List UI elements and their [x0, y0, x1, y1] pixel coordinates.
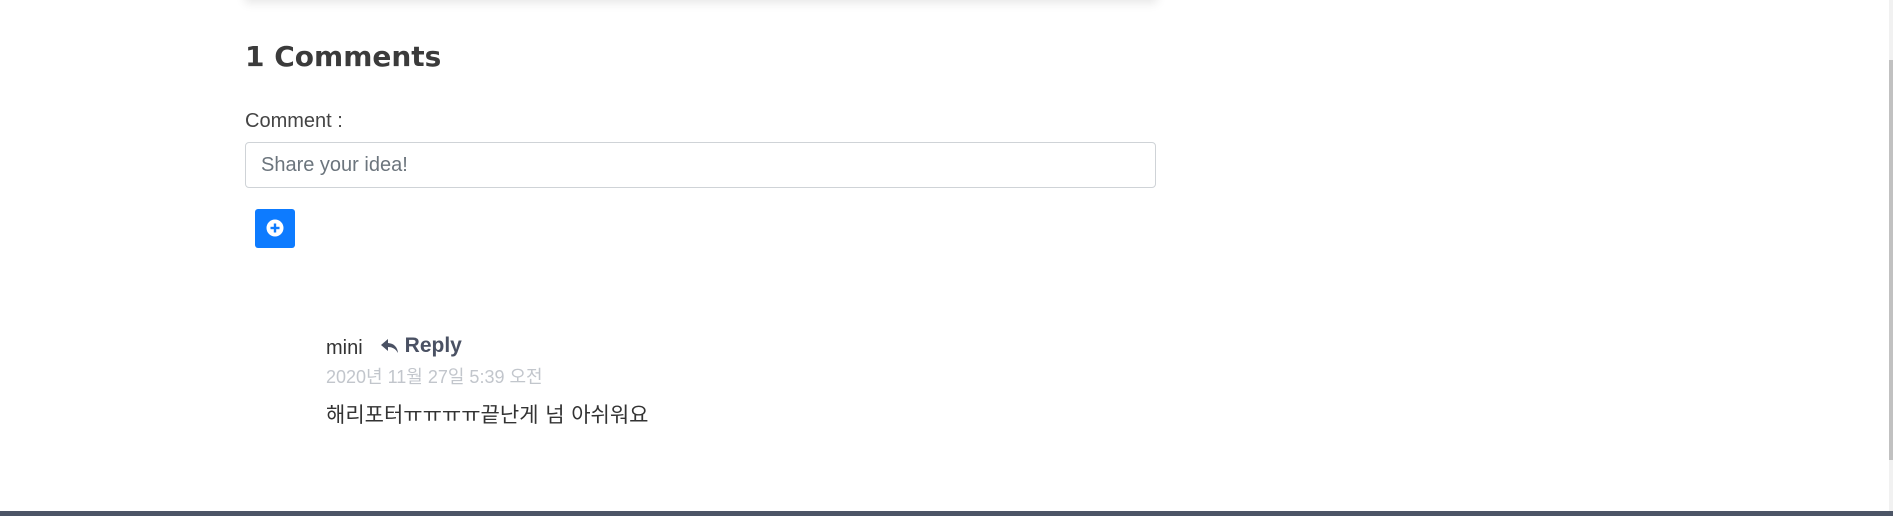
footer-bar [0, 511, 1893, 516]
reply-link[interactable]: Reply [380, 334, 462, 358]
page-scrollbar-track[interactable] [1889, 0, 1893, 516]
add-comment-button[interactable] [255, 209, 295, 248]
comment-item: mini Reply 2020년 11월 27일 5:39 오전 해리포터ㅠㅠㅠ… [326, 334, 648, 429]
plus-circle-icon [266, 219, 284, 237]
page: 1 Comments Comment : mini Reply 2020년 11… [0, 0, 1893, 516]
comment-header: mini Reply [326, 334, 648, 359]
page-scrollbar-thumb[interactable] [1889, 60, 1893, 460]
reply-label: Reply [404, 334, 462, 357]
comment-input[interactable] [245, 142, 1156, 188]
reply-arrow-icon [380, 338, 398, 353]
comment-author: mini [326, 336, 363, 359]
comment-date: 2020년 11월 27일 5:39 오전 [326, 367, 543, 387]
comment-field-label: Comment : [245, 110, 343, 132]
comments-count-heading: 1 Comments [245, 40, 442, 73]
comment-text: 해리포터ㅠㅠㅠㅠ끝난게 넘 아쉬워요 [326, 403, 649, 427]
